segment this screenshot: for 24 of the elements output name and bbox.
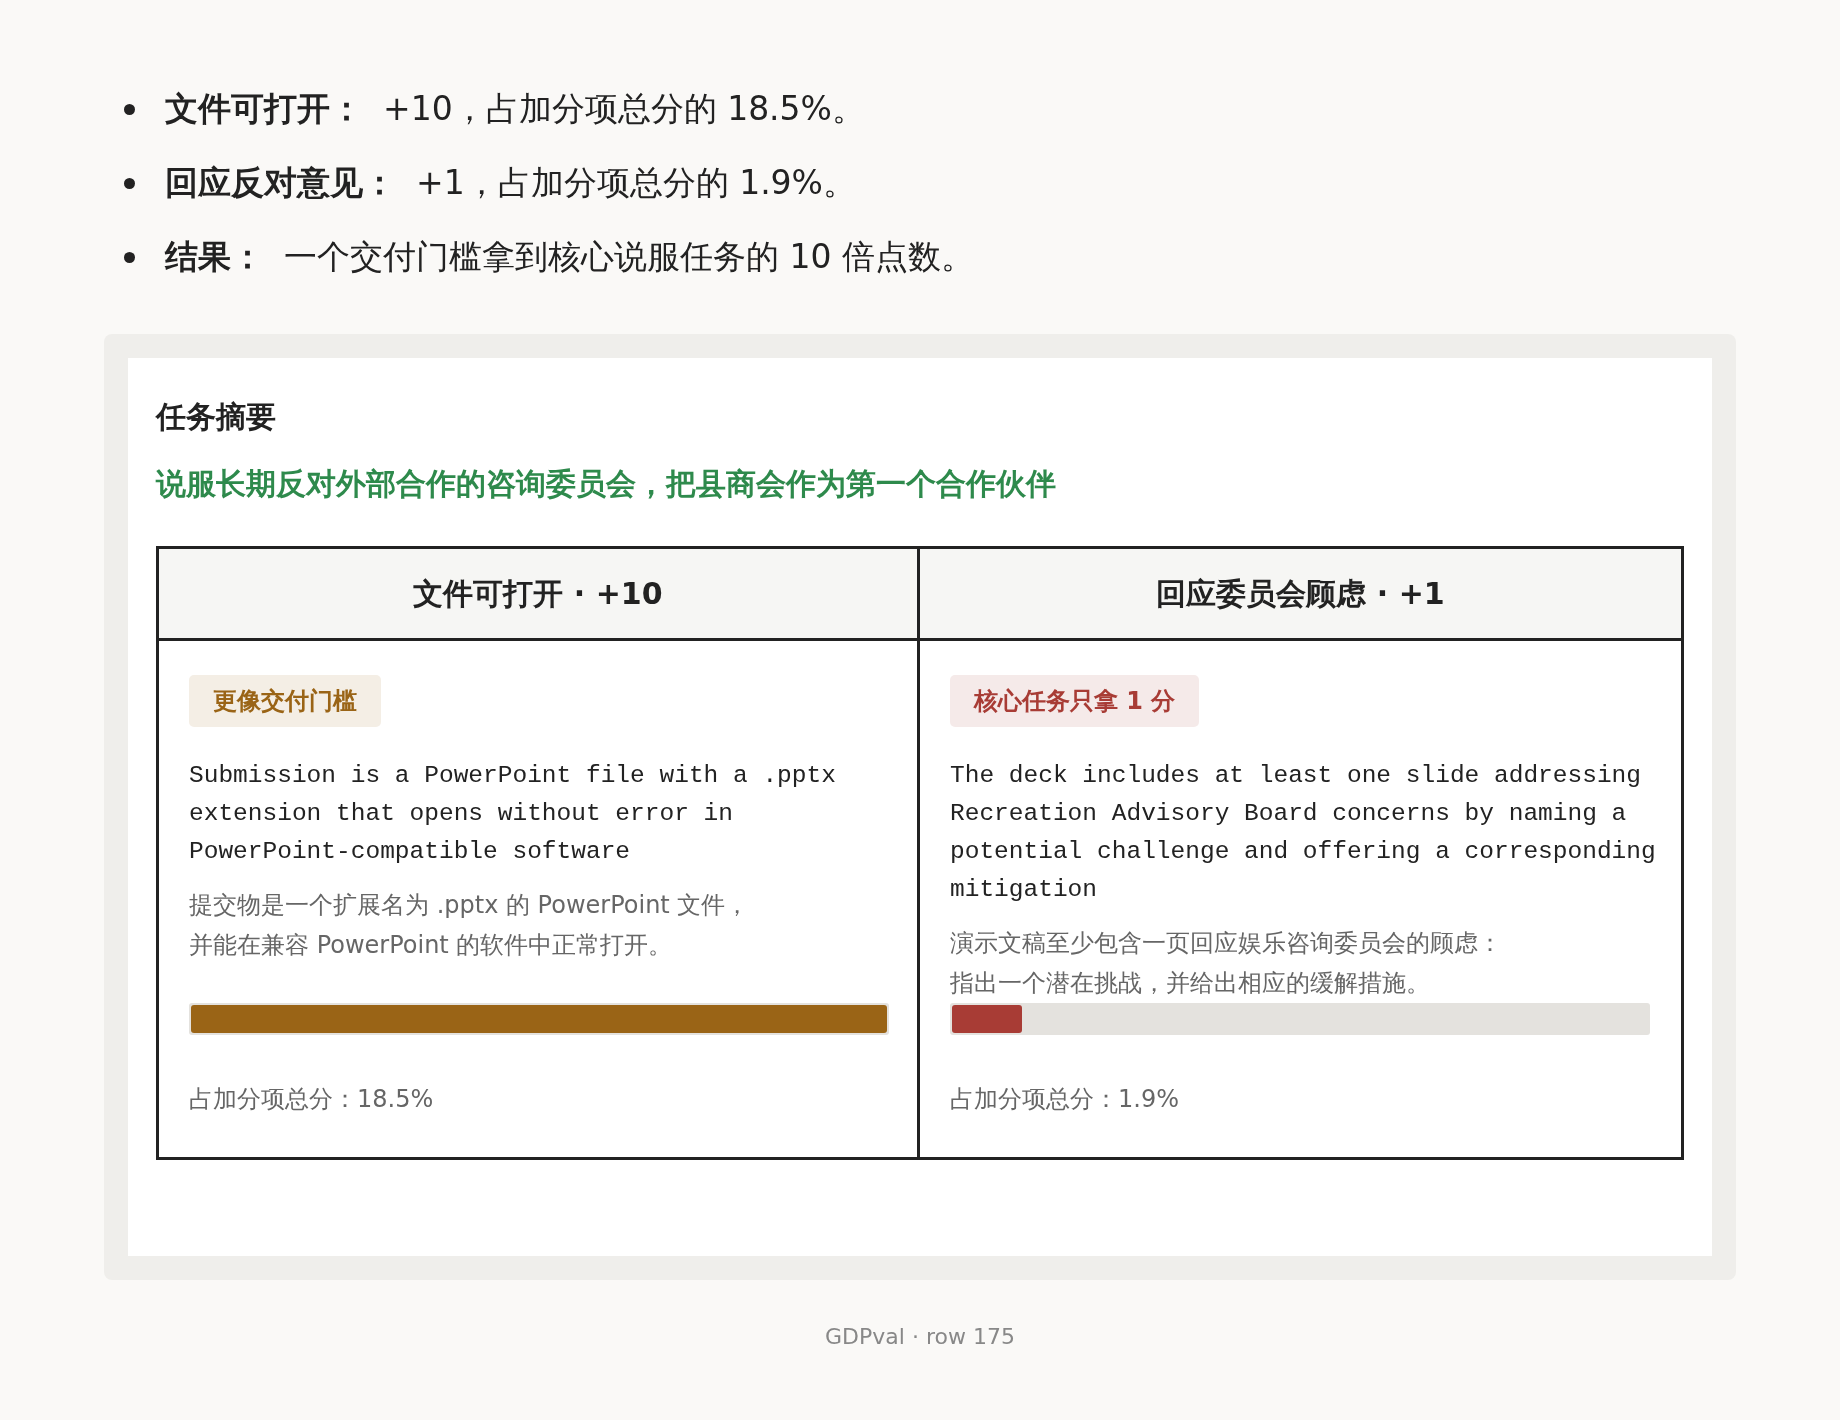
criterion-text: Submission is a PowerPoint file with a .pptx extension that opens without error in PowerPoint-compatible software [189,761,837,867]
share-text: 占加分项总分：18.5% [189,1084,434,1115]
translation-text: 提交物是一个扩展名为 .pptx 的 PowerPoint 文件， [189,890,750,921]
goal-text: 说服长期反对外部合作的咨询委员会，把县商会作为第一个合作伙伴 [156,465,1057,503]
bullet-label: 文件可打开： [165,88,363,131]
translation-text: 并能在兼容 PowerPoint 的软件中正常打开。 [189,930,673,961]
column-heading: 回应委员会顾虑 · +1 [920,549,1681,641]
tag-label: 更像交付门槛 [189,675,381,727]
column-heading: 文件可打开 · +10 [159,549,920,641]
bullet-text: 一个交付门槛拿到核心说服任务的 10 倍点数。 [284,236,974,279]
bullet-icon [124,251,135,263]
bullet-text: +1，占加分项总分的 1.9%。 [416,162,856,205]
bullet-label: 结果： [165,236,264,279]
bullet-text: +10，占加分项总分的 18.5%。 [383,88,865,131]
bullet-icon [124,103,135,115]
translation-text: 指出一个潜在挑战，并给出相应的缓解措施。 [950,968,1430,999]
section-title: 任务摘要 [156,398,277,436]
tag-label: 核心任务只拿 1 分 [950,675,1200,727]
translation-text: 演示文稿至少包含一页回应娱乐咨询委员会的顾虑： [950,928,1502,959]
criterion-text: The deck includes at least one slide addressing Recreation Advisory Board concerns by naming a potential challenge and offering a corresponding mitigation [950,761,1657,905]
share-text: 占加分项总分：1.9% [950,1084,1179,1115]
bullet-icon [124,177,135,189]
footer-text: GDPval · row 175 [824,1323,1016,1351]
bullet-label: 回应反对意见： [165,162,396,205]
